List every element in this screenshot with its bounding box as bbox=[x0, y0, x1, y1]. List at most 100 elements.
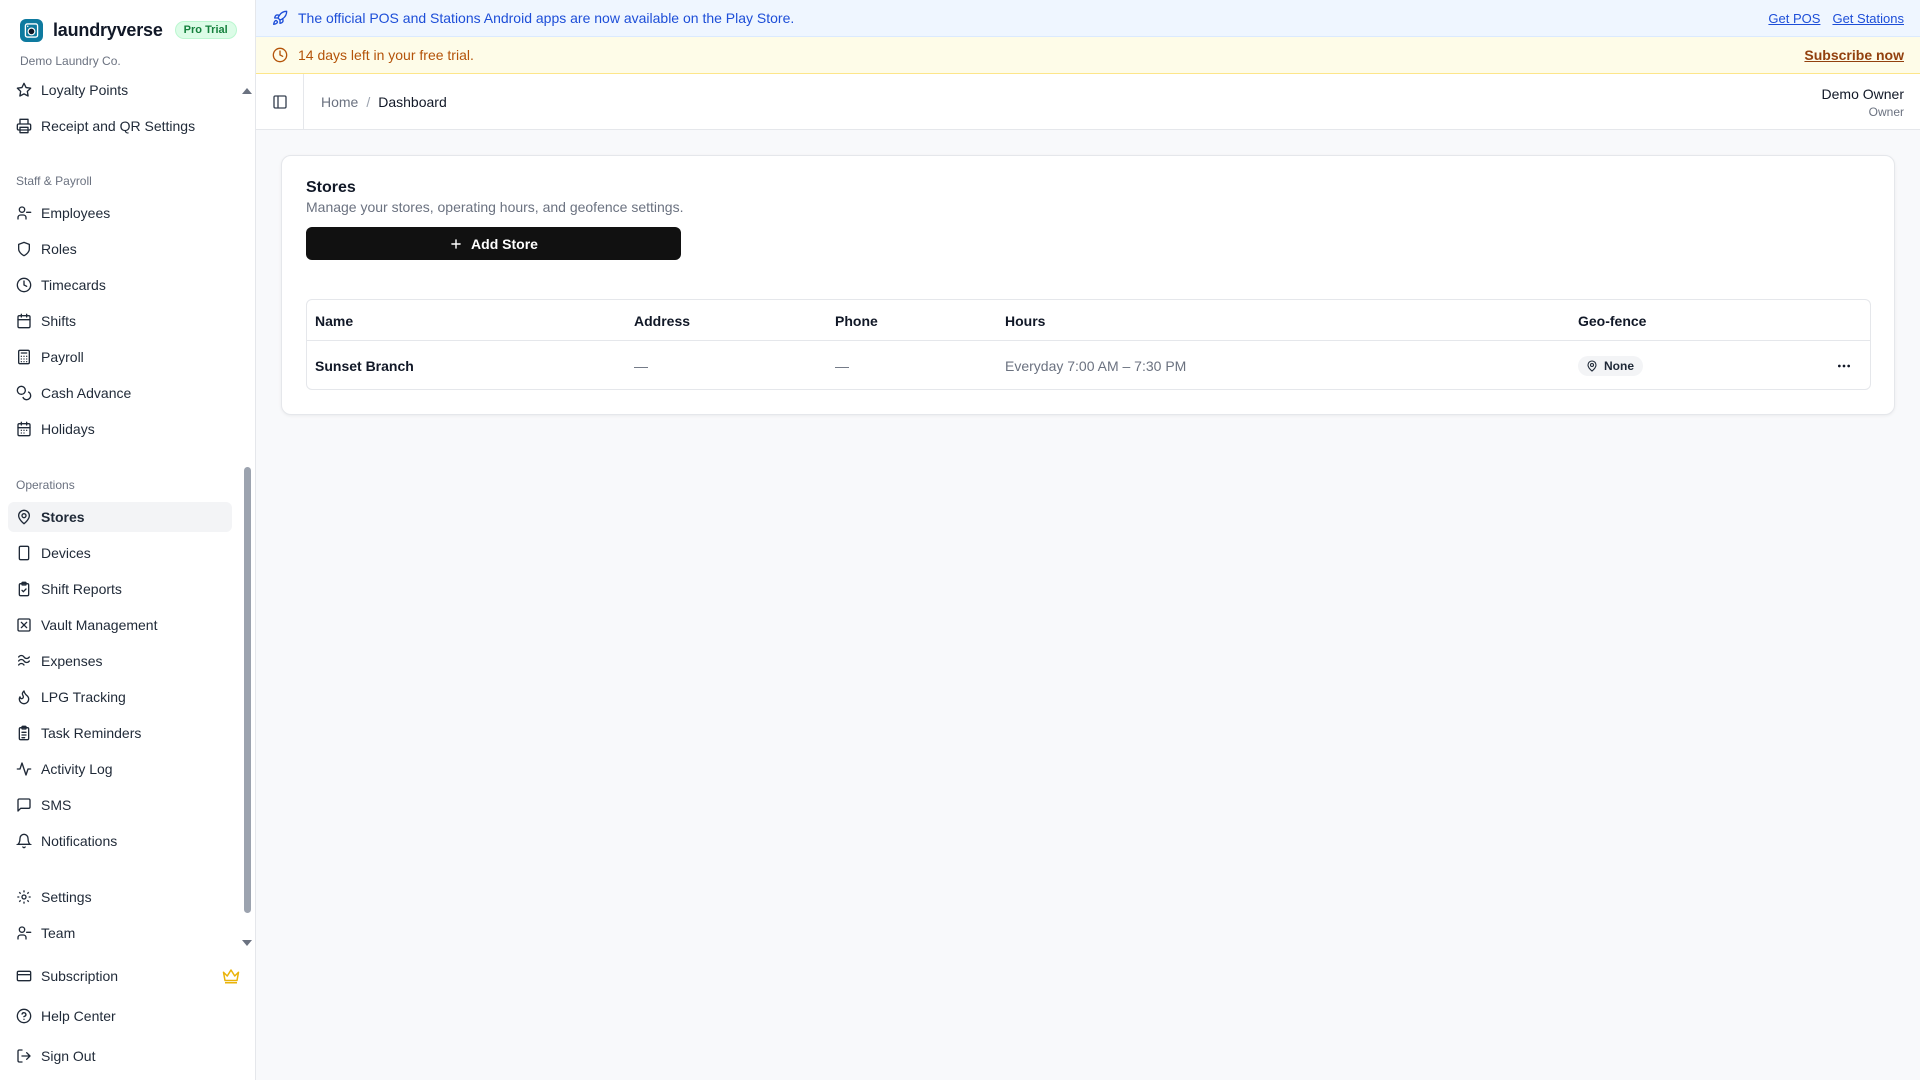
rocket-icon bbox=[272, 10, 288, 26]
help-circle-icon bbox=[16, 1008, 32, 1024]
sidebar-item-subscription[interactable]: Subscription bbox=[8, 961, 232, 991]
scroll-up-arrow[interactable] bbox=[242, 88, 252, 94]
sidebar-item-loyalty-points[interactable]: Loyalty Points bbox=[8, 75, 232, 105]
column-header-geofence: Geo-fence bbox=[1578, 312, 1647, 329]
bell-icon bbox=[16, 833, 32, 849]
calculator-icon bbox=[16, 349, 32, 365]
column-header-phone: Phone bbox=[835, 312, 878, 329]
shield-icon bbox=[16, 241, 32, 257]
sidebar-item-label: Cash Advance bbox=[41, 385, 132, 401]
column-header-hours: Hours bbox=[1005, 312, 1046, 329]
sidebar-item-shifts[interactable]: Shifts bbox=[8, 306, 232, 336]
sidebar-item-shift-reports[interactable]: Shift Reports bbox=[8, 574, 232, 604]
sidebar-item-roles[interactable]: Roles bbox=[8, 234, 232, 264]
sidebar-item-label: Settings bbox=[41, 889, 92, 905]
geofence-badge: None bbox=[1578, 355, 1643, 376]
flame-icon bbox=[16, 689, 32, 705]
sidebar-item-task-reminders[interactable]: Task Reminders bbox=[8, 718, 232, 748]
add-store-button[interactable]: Add Store bbox=[306, 227, 681, 260]
more-horizontal-icon bbox=[1836, 358, 1852, 374]
sidebar-scrollbar-thumb[interactable] bbox=[244, 467, 251, 913]
calendar-days-icon bbox=[16, 421, 32, 437]
clipboard-list-icon bbox=[16, 725, 32, 741]
crown-icon bbox=[222, 968, 240, 984]
plus-icon bbox=[449, 237, 463, 251]
sidebar-item-notifications[interactable]: Notifications bbox=[8, 826, 232, 856]
sidebar-item-lpg-tracking[interactable]: LPG Tracking bbox=[8, 682, 232, 712]
sidebar-item-label: Holidays bbox=[41, 421, 95, 437]
sidebar-item-label: Stores bbox=[41, 509, 85, 525]
star-icon bbox=[16, 82, 32, 98]
sidebar-item-vault-management[interactable]: Vault Management bbox=[8, 610, 232, 640]
sidebar-item-label: Devices bbox=[41, 545, 91, 561]
sidebar-item-stores[interactable]: Stores bbox=[8, 502, 232, 532]
sidebar-item-timecards[interactable]: Timecards bbox=[8, 270, 232, 300]
sidebar-item-label: Activity Log bbox=[41, 761, 113, 777]
tablet-icon bbox=[16, 545, 32, 561]
breadcrumb-separator: / bbox=[366, 94, 371, 110]
sidebar-item-label: Vault Management bbox=[41, 617, 158, 633]
store-geofence-cell: None bbox=[1578, 341, 1643, 389]
sidebar-item-label: Task Reminders bbox=[41, 725, 142, 741]
breadcrumb-home[interactable]: Home bbox=[321, 94, 358, 110]
trial-banner: 14 days left in your free trial. Subscri… bbox=[256, 37, 1920, 74]
sidebar-item-receipt-qr-settings[interactable]: Receipt and QR Settings bbox=[8, 111, 232, 141]
sidebar-toggle-button[interactable] bbox=[256, 74, 304, 130]
gear-icon bbox=[16, 889, 32, 905]
sidebar-item-label: LPG Tracking bbox=[41, 689, 126, 705]
log-out-icon bbox=[16, 1048, 32, 1064]
map-pin-icon bbox=[1586, 359, 1598, 372]
table-header: Name Address Phone Hours Geo-fence bbox=[307, 300, 1870, 341]
store-hours: Everyday 7:00 AM – 7:30 PM bbox=[1005, 357, 1187, 374]
sidebar-item-cash-advance[interactable]: Cash Advance bbox=[8, 378, 232, 408]
receipt-icon bbox=[16, 653, 32, 669]
sidebar-item-label: Receipt and QR Settings bbox=[41, 118, 196, 134]
activity-icon bbox=[16, 761, 32, 777]
get-pos-link[interactable]: Get POS bbox=[1768, 11, 1820, 26]
breadcrumb: Home / Dashboard bbox=[321, 74, 447, 130]
add-store-label: Add Store bbox=[471, 235, 538, 252]
scroll-down-arrow[interactable] bbox=[242, 940, 252, 946]
user-role: Owner bbox=[1868, 105, 1904, 119]
sidebar-item-employees[interactable]: Employees bbox=[8, 198, 232, 228]
sidebar: laundryverse Pro Trial Demo Laundry Co. … bbox=[0, 0, 256, 1080]
calendar-icon bbox=[16, 313, 32, 329]
sidebar-item-settings[interactable]: Settings bbox=[8, 882, 232, 912]
printer-icon bbox=[16, 118, 32, 134]
sidebar-item-label: Sign Out bbox=[41, 1048, 96, 1064]
sidebar-item-activity-log[interactable]: Activity Log bbox=[8, 754, 232, 784]
clipboard-check-icon bbox=[16, 581, 32, 597]
brand[interactable]: laundryverse Pro Trial bbox=[20, 18, 237, 42]
user-menu[interactable]: Demo Owner Owner bbox=[1822, 86, 1904, 119]
sidebar-item-help-center[interactable]: Help Center bbox=[8, 1001, 232, 1031]
store-name: Sunset Branch bbox=[315, 357, 414, 374]
credit-card-icon bbox=[16, 968, 32, 984]
sidebar-item-sign-out[interactable]: Sign Out bbox=[8, 1041, 232, 1071]
sidebar-item-label: Shifts bbox=[41, 313, 77, 329]
clock-icon bbox=[16, 277, 32, 293]
sidebar-item-label: Help Center bbox=[41, 1008, 116, 1024]
sidebar-item-label: Loyalty Points bbox=[41, 82, 129, 98]
sidebar-item-label: Notifications bbox=[41, 833, 118, 849]
top-header: Home / Dashboard Demo Owner Owner bbox=[256, 74, 1920, 130]
row-actions-button[interactable] bbox=[1834, 356, 1854, 376]
get-stations-link[interactable]: Get Stations bbox=[1832, 11, 1904, 26]
sidebar-item-team[interactable]: Team bbox=[8, 918, 232, 948]
users-icon bbox=[16, 925, 32, 941]
trial-banner-message: 14 days left in your free trial. bbox=[298, 47, 474, 63]
sidebar-item-label: Subscription bbox=[41, 968, 119, 984]
table-row[interactable]: Sunset Branch — — Everyday 7:00 AM – 7:3… bbox=[307, 341, 1870, 389]
subscribe-now-link[interactable]: Subscribe now bbox=[1804, 47, 1904, 63]
sidebar-item-expenses[interactable]: Expenses bbox=[8, 646, 232, 676]
vault-icon bbox=[16, 617, 32, 633]
sidebar-item-label: Payroll bbox=[41, 349, 84, 365]
stores-table: Name Address Phone Hours Geo-fence Sunse… bbox=[306, 299, 1871, 390]
store-phone: — bbox=[835, 357, 849, 374]
sidebar-item-label: Timecards bbox=[41, 277, 106, 293]
clock-icon bbox=[272, 47, 288, 63]
sidebar-item-payroll[interactable]: Payroll bbox=[8, 342, 232, 372]
sidebar-item-devices[interactable]: Devices bbox=[8, 538, 232, 568]
sidebar-item-sms[interactable]: SMS bbox=[8, 790, 232, 820]
plan-badge: Pro Trial bbox=[174, 21, 237, 39]
sidebar-item-holidays[interactable]: Holidays bbox=[8, 414, 232, 444]
